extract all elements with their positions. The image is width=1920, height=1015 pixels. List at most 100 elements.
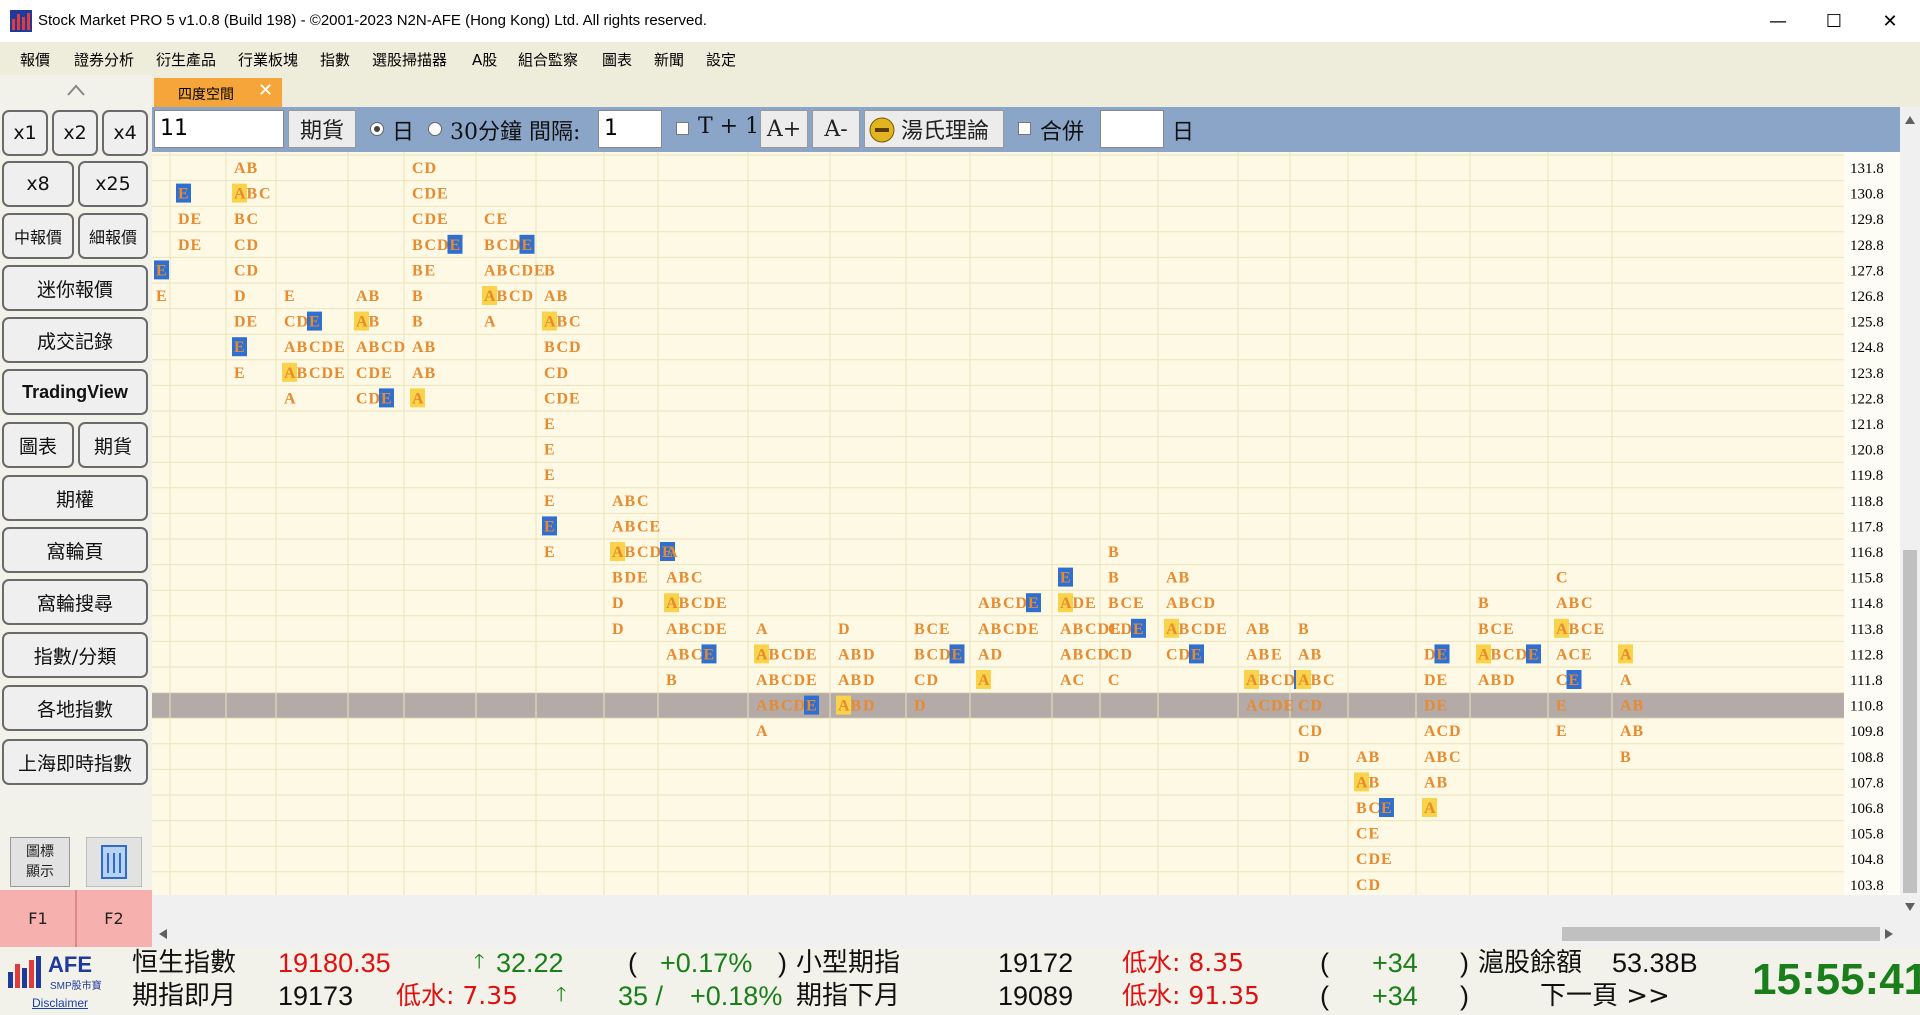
tpo-letter: C xyxy=(259,186,271,203)
tpo-letter: B xyxy=(1356,800,1367,817)
menu-settings[interactable]: 設定 xyxy=(706,49,736,70)
merge-checkbox[interactable] xyxy=(1018,122,1031,135)
tpo-letter: A xyxy=(1478,672,1490,689)
charts-button[interactable]: 圖表 xyxy=(2,422,74,468)
hsi-paren-open: ( xyxy=(628,948,637,978)
next-page-link[interactable]: 下一頁 >> xyxy=(1540,981,1670,1011)
price-label: 123.8 xyxy=(1850,366,1884,382)
f2-button[interactable]: F2 xyxy=(76,890,152,947)
price-label: 118.8 xyxy=(1850,494,1883,510)
tpo-letter: B xyxy=(412,314,423,331)
tpo-letter: C xyxy=(309,365,321,382)
futures-toggle-button[interactable]: 期貨 xyxy=(288,110,356,148)
mini-quote-button[interactable]: 迷你報價 xyxy=(2,265,148,311)
tpo-letter: B xyxy=(1633,698,1644,715)
menu-analysis[interactable]: 證券分析 xyxy=(74,49,134,70)
menu-news[interactable]: 新聞 xyxy=(654,49,684,70)
warrant-search-button[interactable]: 窩輪搜尋 xyxy=(2,579,148,625)
dow-theory-button[interactable]: 湯氏理論 xyxy=(864,110,1004,148)
menu-derivatives[interactable]: 衍生產品 xyxy=(156,49,216,70)
icon-display-toggle[interactable]: 圖標顯示 xyxy=(10,837,70,887)
menu-screener[interactable]: 選股掃描器 xyxy=(372,49,447,70)
menu-portfolio[interactable]: 組合監察 xyxy=(518,49,578,70)
tpo-letter: A xyxy=(284,339,296,356)
tpo-letter: C xyxy=(927,621,939,638)
tpo-letter: D xyxy=(914,698,926,715)
tpo-letter: C xyxy=(1356,877,1368,894)
tpo-letter: A xyxy=(1246,646,1258,663)
maximize-button[interactable]: ☐ xyxy=(1806,0,1862,42)
tab-market-profile[interactable]: 四度空間 ✕ xyxy=(154,78,282,107)
tpo-letter: C xyxy=(247,211,259,228)
font-increase-button[interactable]: A+ xyxy=(760,110,808,148)
afe-logo[interactable]: AFE SMP股市寶 Disclaimer xyxy=(4,950,126,1012)
menu-sectors[interactable]: 行業板塊 xyxy=(238,49,298,70)
tpo-letter: A xyxy=(1166,621,1178,638)
interval-input[interactable]: 1 xyxy=(598,110,662,148)
horizontal-scroll-thumb[interactable] xyxy=(1562,927,1880,941)
tpo-letter: A xyxy=(666,570,678,587)
trade-log-button[interactable]: 成交記錄 xyxy=(2,317,148,363)
warrants-page-button[interactable]: 窩輪頁 xyxy=(2,527,148,573)
tpo-letter: D xyxy=(557,365,569,382)
options-button[interactable]: 期權 xyxy=(2,475,148,521)
menu-quotes[interactable]: 報價 xyxy=(20,49,50,70)
hsi-percent: +0.17% xyxy=(660,948,753,978)
scroll-left-icon[interactable] xyxy=(158,928,168,940)
chevron-up-icon[interactable] xyxy=(66,83,86,97)
font-decrease-button[interactable]: A- xyxy=(812,110,860,148)
medium-quote-button[interactable]: 中報價 xyxy=(2,213,74,259)
day-radio[interactable] xyxy=(370,122,384,136)
tab-close-icon[interactable]: ✕ xyxy=(258,80,273,101)
tpo-letter: B xyxy=(914,621,925,638)
small-quote-button[interactable]: 細報價 xyxy=(78,213,148,259)
tpo-letter: C xyxy=(1121,595,1133,612)
scroll-up-icon[interactable] xyxy=(1904,115,1916,125)
tpo-letter: D xyxy=(863,646,875,663)
menu-a-shares[interactable]: A股 xyxy=(472,49,497,70)
tpo-letter: B xyxy=(369,339,380,356)
zoom-x8-button[interactable]: x8 xyxy=(2,161,74,207)
world-indices-button[interactable]: 各地指數 xyxy=(2,685,148,731)
disclaimer-link[interactable]: Disclaimer xyxy=(32,996,88,1010)
scroll-right-icon[interactable] xyxy=(1884,928,1894,940)
menu-charts[interactable]: 圖表 xyxy=(602,49,632,70)
vertical-scrollbar[interactable] xyxy=(1900,107,1920,920)
minute-radio[interactable] xyxy=(428,122,442,136)
tpo-letter: A xyxy=(356,339,368,356)
panel-layout-icon[interactable] xyxy=(86,837,142,887)
tpo-letter: E xyxy=(1437,672,1448,689)
zoom-x1-button[interactable]: x1 xyxy=(2,110,48,156)
tpo-letter: A xyxy=(756,621,768,638)
tpo-letter: E xyxy=(522,237,533,254)
menu-indices[interactable]: 指數 xyxy=(320,49,350,70)
tpo-letter: D xyxy=(838,621,850,638)
tradingview-button[interactable]: TradingView xyxy=(2,369,148,415)
zoom-x2-button[interactable]: x2 xyxy=(52,110,98,156)
tpo-letter: E xyxy=(334,339,345,356)
t1-checkbox[interactable] xyxy=(676,122,689,135)
tpo-letter: A xyxy=(666,595,678,612)
futures-button[interactable]: 期貨 xyxy=(78,422,148,468)
close-button[interactable]: ✕ xyxy=(1862,0,1918,42)
scroll-down-icon[interactable] xyxy=(1904,902,1916,912)
tab-label: 四度空間 xyxy=(178,87,234,103)
tpo-letter: B xyxy=(1633,723,1644,740)
index-category-button[interactable]: 指數/分類 xyxy=(2,632,148,678)
horizontal-scrollbar[interactable] xyxy=(152,920,1900,947)
tpo-letter: A xyxy=(412,365,424,382)
tpo-letter: C xyxy=(1369,800,1381,817)
f1-button[interactable]: F1 xyxy=(0,890,76,947)
tpo-letter: B xyxy=(497,288,508,305)
stock-code-input[interactable]: 11 xyxy=(154,110,284,148)
minimize-button[interactable]: — xyxy=(1750,0,1806,42)
price-label: 131.8 xyxy=(1850,161,1884,177)
market-profile-chart[interactable]: 131.8 130.8 129.8 128.8 127.8 126.8 125.8 124.8… xyxy=(152,152,1900,895)
zoom-x4-button[interactable]: x4 xyxy=(102,110,148,156)
zoom-x25-button[interactable]: x25 xyxy=(78,161,148,207)
tpo-letter: A xyxy=(484,314,496,331)
tpo-letter: C xyxy=(1166,646,1178,663)
days-input[interactable] xyxy=(1100,110,1164,148)
shanghai-index-button[interactable]: 上海即時指數 xyxy=(2,739,148,785)
vertical-scroll-thumb[interactable] xyxy=(1903,550,1917,893)
